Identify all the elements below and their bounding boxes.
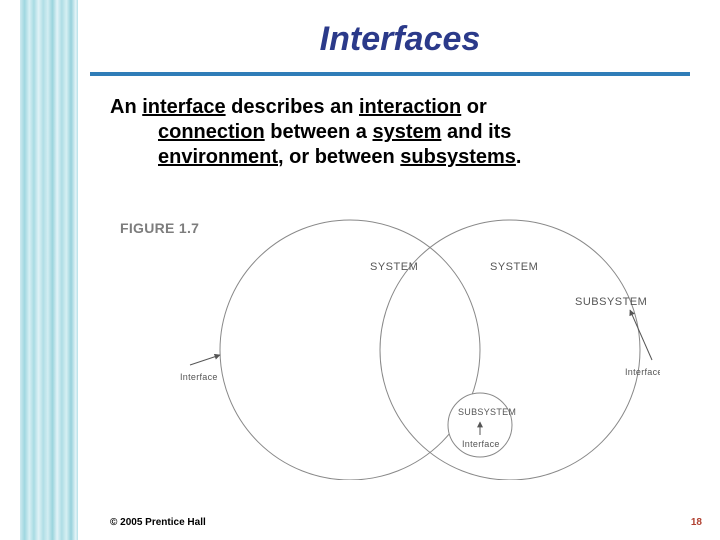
label-interface-small: Interface: [462, 439, 500, 449]
body-text: An: [110, 96, 142, 118]
body-underline-system: system: [372, 121, 441, 143]
body-underline-environment: environment,: [158, 146, 284, 168]
body-underline-subsystems: subsystems: [400, 146, 516, 168]
page-number: 18: [691, 517, 702, 528]
body-text: .: [516, 146, 522, 168]
label-subsystem-small: SUBSYSTEM: [458, 407, 516, 417]
body-text: describes an: [226, 96, 359, 118]
body-underline-connection: connection: [158, 121, 265, 143]
body-text: or between: [284, 146, 401, 168]
body-text: or: [461, 96, 487, 118]
slide: Interfaces An interface describes an int…: [0, 0, 720, 540]
label-interface-right: Interface: [625, 367, 660, 377]
slide-title: Interfaces: [120, 20, 680, 59]
copyright: © 2005 Prentice Hall: [110, 517, 206, 528]
label-interface-left: Interface: [180, 372, 218, 382]
label-system-left: SYSTEM: [370, 261, 418, 273]
decorative-sidebar: [20, 0, 78, 540]
label-subsystem: SUBSYSTEM: [575, 296, 647, 308]
body-paragraph: An interface describes an interaction or…: [110, 95, 680, 170]
label-system-right: SYSTEM: [490, 261, 538, 273]
body-underline-interaction: interaction: [359, 96, 461, 118]
body-underline-interface: interface: [142, 96, 225, 118]
body-text: and its: [441, 121, 511, 143]
title-rule: [90, 72, 690, 76]
body-text: between a: [265, 121, 373, 143]
figure-diagram: SYSTEM SYSTEM SUBSYSTEM Interface Interf…: [180, 210, 660, 480]
